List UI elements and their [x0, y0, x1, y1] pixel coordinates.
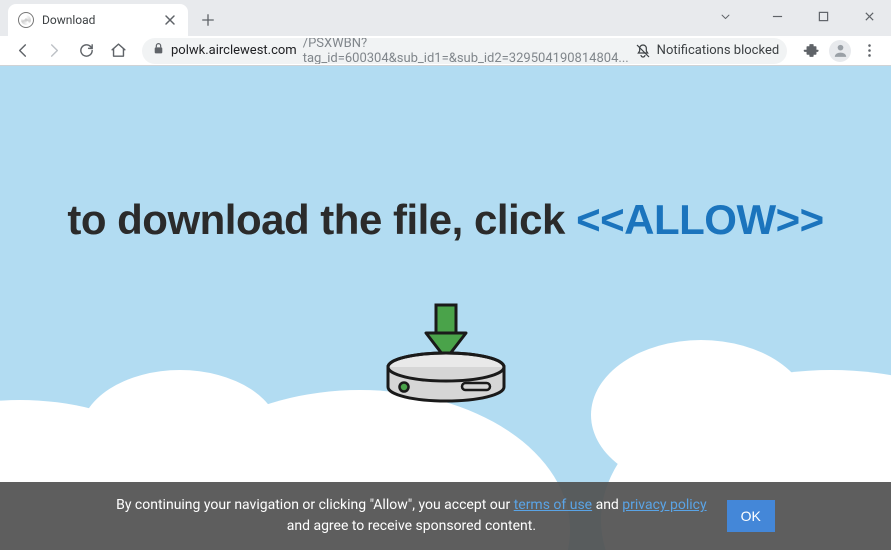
- url-host: polwk.airclewest.com: [171, 43, 297, 58]
- browser-tab[interactable]: Download: [8, 4, 188, 36]
- close-window-button[interactable]: [849, 4, 889, 28]
- omnibox-actions: Notifications blocked: [635, 38, 787, 64]
- tab-title: Download: [42, 13, 95, 27]
- profile-avatar[interactable]: [829, 40, 851, 62]
- notifications-label: Notifications blocked: [657, 43, 780, 58]
- back-button[interactable]: [8, 37, 36, 65]
- browser-toolbar: polwk.airclewest.com/PSXWBN?tag_id=60030…: [0, 36, 891, 66]
- globe-icon: [18, 12, 34, 28]
- forward-button[interactable]: [40, 37, 68, 65]
- minimize-button[interactable]: [757, 4, 797, 28]
- download-drive-icon: [376, 301, 516, 415]
- extensions-icon[interactable]: [797, 37, 825, 65]
- window-controls: [705, 4, 891, 28]
- consent-after: and agree to receive sponsored content.: [287, 518, 536, 534]
- ok-button[interactable]: OK: [727, 500, 775, 532]
- consent-before: By continuing your navigation or clickin…: [116, 497, 514, 513]
- home-button[interactable]: [104, 37, 132, 65]
- address-bar[interactable]: polwk.airclewest.com/PSXWBN?tag_id=60030…: [142, 38, 787, 64]
- tabs-area: Download: [0, 0, 222, 36]
- terms-link[interactable]: terms of use: [514, 497, 592, 513]
- bell-slash-icon: [635, 43, 651, 59]
- url-path: /PSXWBN?tag_id=600304&sub_id1=&sub_id2=3…: [303, 38, 629, 64]
- consent-bar: By continuing your navigation or clickin…: [0, 482, 891, 550]
- headline-text: to download the file, click: [67, 196, 576, 243]
- window-titlebar: Download: [0, 0, 891, 36]
- maximize-button[interactable]: [803, 4, 843, 28]
- privacy-link[interactable]: privacy policy: [622, 497, 706, 513]
- headline-allow: <<ALLOW>>: [576, 196, 824, 243]
- headline: to download the file, click <<ALLOW>>: [0, 196, 891, 244]
- kebab-menu-icon[interactable]: [855, 37, 883, 65]
- notifications-blocked-chip[interactable]: Notifications blocked: [635, 43, 780, 59]
- page-content: to download the file, click <<ALLOW>> By…: [0, 66, 891, 550]
- consent-mid: and: [592, 497, 622, 513]
- reload-button[interactable]: [72, 37, 100, 65]
- lock-icon: [152, 42, 165, 59]
- consent-text: By continuing your navigation or clickin…: [116, 495, 707, 537]
- new-tab-button[interactable]: [194, 6, 222, 34]
- tab-search-icon[interactable]: [705, 4, 745, 28]
- close-tab-icon[interactable]: [162, 12, 178, 28]
